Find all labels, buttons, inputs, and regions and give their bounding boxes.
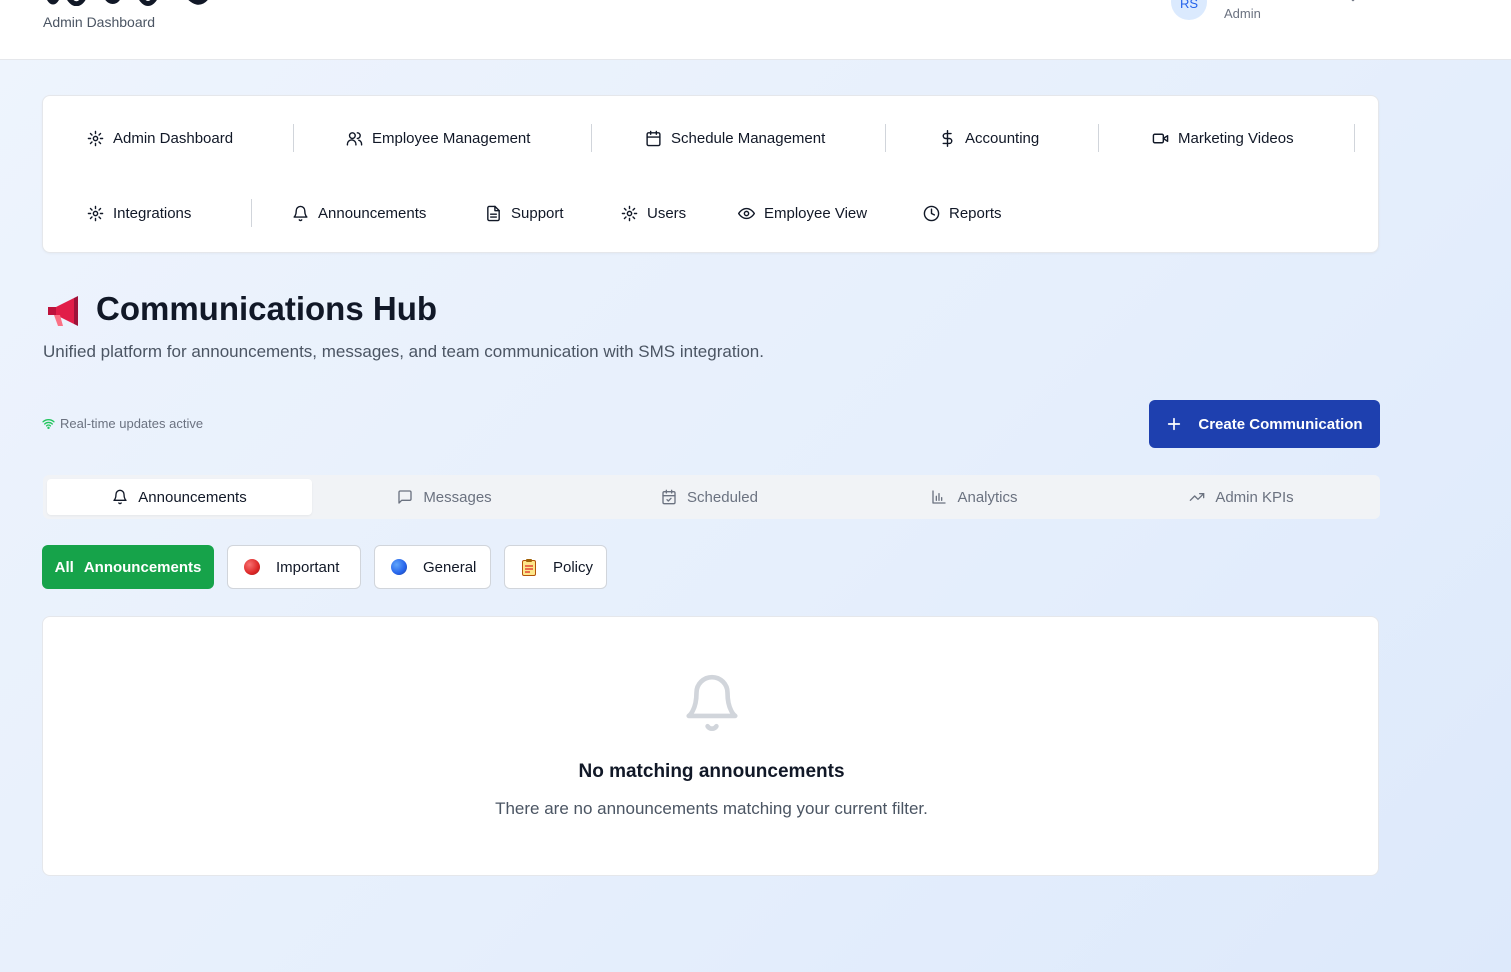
nav-item-label: Admin Dashboard: [113, 129, 234, 147]
nav-divider: [591, 124, 592, 152]
main-navigation: Admin Dashboard Employee Management Sche…: [42, 95, 1379, 253]
filter-label: Important: [276, 558, 340, 576]
trending-up-icon: [1189, 493, 1205, 501]
wifi-icon: [42, 419, 55, 430]
filter-label: Announcements: [83, 558, 202, 576]
filter-label: General: [423, 558, 477, 576]
nav-item-label: Announcements: [318, 204, 427, 222]
create-communication-label: Create Communication: [1198, 415, 1363, 433]
page-subtitle: Unified platform for announcements, mess…: [43, 342, 764, 361]
clipboard-icon: [522, 559, 536, 576]
video-icon: [1152, 133, 1169, 143]
empty-state-message: There are no announcements matching your…: [495, 799, 928, 818]
tab-label: Analytics: [957, 488, 1018, 506]
red-circle-icon: [244, 559, 260, 575]
nav-divider: [293, 124, 294, 152]
user-role: Admin: [1224, 6, 1261, 21]
nav-item-integrations[interactable]: Integrations: [87, 202, 191, 224]
nav-item-label: Employee Management: [372, 129, 531, 147]
bell-icon: [113, 489, 127, 505]
nav-item-support[interactable]: Support: [485, 202, 564, 224]
filter-policy[interactable]: Policy: [504, 545, 607, 589]
nav-item-label: Users: [647, 204, 687, 222]
nav-divider: [885, 124, 886, 152]
nav-item-employee-view[interactable]: Employee View: [738, 202, 867, 224]
bell-icon: [293, 205, 308, 221]
bar-chart-icon: [932, 490, 947, 504]
nav-item-admin-dashboard[interactable]: Admin Dashboard: [87, 127, 233, 149]
create-communication-button[interactable]: Create Communication: [1149, 400, 1380, 448]
chevron-down-icon[interactable]: [1346, 0, 1360, 6]
calendar-check-icon: [662, 489, 676, 505]
announcements-empty-state: No matching announcements There are no a…: [42, 616, 1379, 876]
tab-admin-kpis[interactable]: Admin KPIs: [1107, 479, 1376, 515]
gear-icon: [87, 130, 104, 146]
filter-all-announcements[interactable]: All Announcements: [42, 545, 214, 589]
nav-item-label: Schedule Management: [671, 129, 826, 147]
clock-icon: [923, 205, 940, 221]
megaphone-icon: [48, 296, 78, 326]
plus-icon: [1168, 417, 1181, 431]
tab-messages[interactable]: Messages: [312, 479, 577, 515]
empty-state-title: No matching announcements: [578, 761, 845, 782]
document-icon: [487, 205, 500, 221]
tab-scheduled[interactable]: Scheduled: [577, 479, 842, 515]
nav-item-employee-management[interactable]: Employee Management: [346, 127, 530, 149]
nav-item-accounting[interactable]: Accounting: [939, 127, 1039, 149]
tab-analytics[interactable]: Analytics: [842, 479, 1107, 515]
calendar-icon: [646, 130, 661, 146]
nav-item-schedule-management[interactable]: Schedule Management: [645, 127, 825, 149]
filter-important[interactable]: Important: [227, 545, 361, 589]
brand-subtitle: Admin Dashboard: [43, 14, 156, 30]
nav-item-label: Support: [511, 204, 564, 222]
nav-divider: [1354, 124, 1355, 152]
blue-circle-icon: [391, 559, 407, 575]
tab-announcements[interactable]: Announcements: [47, 479, 312, 515]
user-avatar[interactable]: RS: [1171, 0, 1207, 20]
nav-divider: [251, 199, 252, 227]
nav-item-label: Employee View: [764, 204, 868, 222]
tab-label: Admin KPIs: [1215, 488, 1294, 506]
tab-label: Announcements: [138, 488, 247, 506]
gear-icon: [87, 205, 104, 221]
filter-label: Policy: [553, 558, 594, 576]
tab-label: Messages: [423, 488, 492, 506]
nav-item-label: Accounting: [965, 129, 1040, 147]
filter-label: All: [54, 558, 74, 576]
nav-item-marketing-videos[interactable]: Marketing Videos: [1152, 127, 1294, 149]
top-bar: Admin Dashboard RS Admin: [0, 0, 1511, 60]
gear-icon: [621, 205, 638, 221]
nav-item-reports[interactable]: Reports: [923, 202, 1002, 224]
tab-label: Scheduled: [687, 488, 758, 506]
nav-item-label: Marketing Videos: [1178, 129, 1294, 147]
realtime-status-label: Real-time updates active: [60, 416, 204, 431]
app-logo[interactable]: [42, 0, 232, 6]
realtime-status: Real-time updates active: [42, 416, 203, 431]
nav-item-users[interactable]: Users: [621, 202, 686, 224]
nav-item-label: Integrations: [113, 204, 192, 222]
bell-icon: [686, 674, 738, 731]
message-icon: [398, 490, 412, 504]
page-title: Communications Hub: [96, 290, 438, 327]
communication-tabs: Announcements Messages Scheduled Analyti…: [43, 475, 1380, 519]
nav-divider: [1098, 124, 1099, 152]
users-icon: [346, 131, 363, 146]
nav-item-announcements[interactable]: Announcements: [292, 202, 426, 224]
filter-general[interactable]: General: [374, 545, 491, 589]
eye-icon: [738, 207, 755, 219]
dollar-icon: [942, 129, 953, 147]
nav-item-label: Reports: [949, 204, 1002, 222]
